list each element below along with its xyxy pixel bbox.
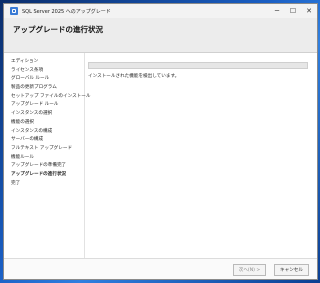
sidebar-step-item[interactable]: エディション [11, 58, 84, 67]
window-title: SQL Server 2025 へのアップグレード [22, 8, 111, 15]
setup-window: SQL Server 2025 へのアップグレード ─ ☐ ✕ アップグレードの… [3, 3, 318, 280]
minimize-icon[interactable]: ─ [269, 4, 285, 18]
sidebar-step-item[interactable]: 完了 [11, 180, 84, 189]
cancel-button[interactable]: キャンセル [274, 264, 309, 276]
status-text: インストールされた機能を検出しています。 [88, 74, 180, 79]
sidebar-step-item[interactable]: インスタンスの構成 [11, 128, 84, 137]
sidebar-step-item[interactable]: 製品の更新プログラム [11, 84, 84, 93]
page-title: アップグレードの進行状況 [13, 25, 103, 34]
maximize-icon[interactable]: ☐ [285, 4, 301, 18]
main-content: インストールされた機能を検出しています。 [88, 62, 310, 79]
sidebar-step-item[interactable]: アップグレードの進行状況 [11, 171, 84, 180]
sidebar-step-item[interactable]: インスタンスの選択 [11, 110, 84, 119]
sidebar-step-item[interactable]: アップグレード ルール [11, 101, 84, 110]
sidebar-step-item[interactable]: ライセンス条項 [11, 67, 84, 76]
footer: 次へ(N) > キャンセル [4, 258, 317, 279]
step-list: エディション ライセンス条項 グローバル ルール 製品の更新プログラム セットアップ フ… [4, 53, 90, 189]
next-button[interactable]: 次へ(N) > [233, 264, 266, 276]
sidebar-step-item[interactable]: 機能ルール [11, 154, 84, 163]
title-bar: SQL Server 2025 へのアップグレード ─ ☐ ✕ [4, 4, 317, 18]
sidebar-step-item[interactable]: アップグレードの準備完了 [11, 162, 84, 171]
sidebar-step-item[interactable]: フルテキスト アップグレード [11, 145, 84, 154]
steps-sidebar: エディション ライセンス条項 グローバル ルール 製品の更新プログラム セットアップ フ… [4, 53, 90, 258]
page-header: アップグレードの進行状況 [4, 18, 317, 53]
progress-bar [88, 62, 308, 69]
sidebar-step-item[interactable]: セットアップ ファイルのインストール [11, 93, 90, 102]
sidebar-step-item[interactable]: サーバーの構成 [11, 136, 84, 145]
sql-server-setup-icon [10, 7, 18, 15]
sidebar-step-item[interactable]: グローバル ルール [11, 75, 84, 84]
close-icon[interactable]: ✕ [301, 4, 317, 18]
sidebar-step-item[interactable]: 機能の選択 [11, 119, 84, 128]
